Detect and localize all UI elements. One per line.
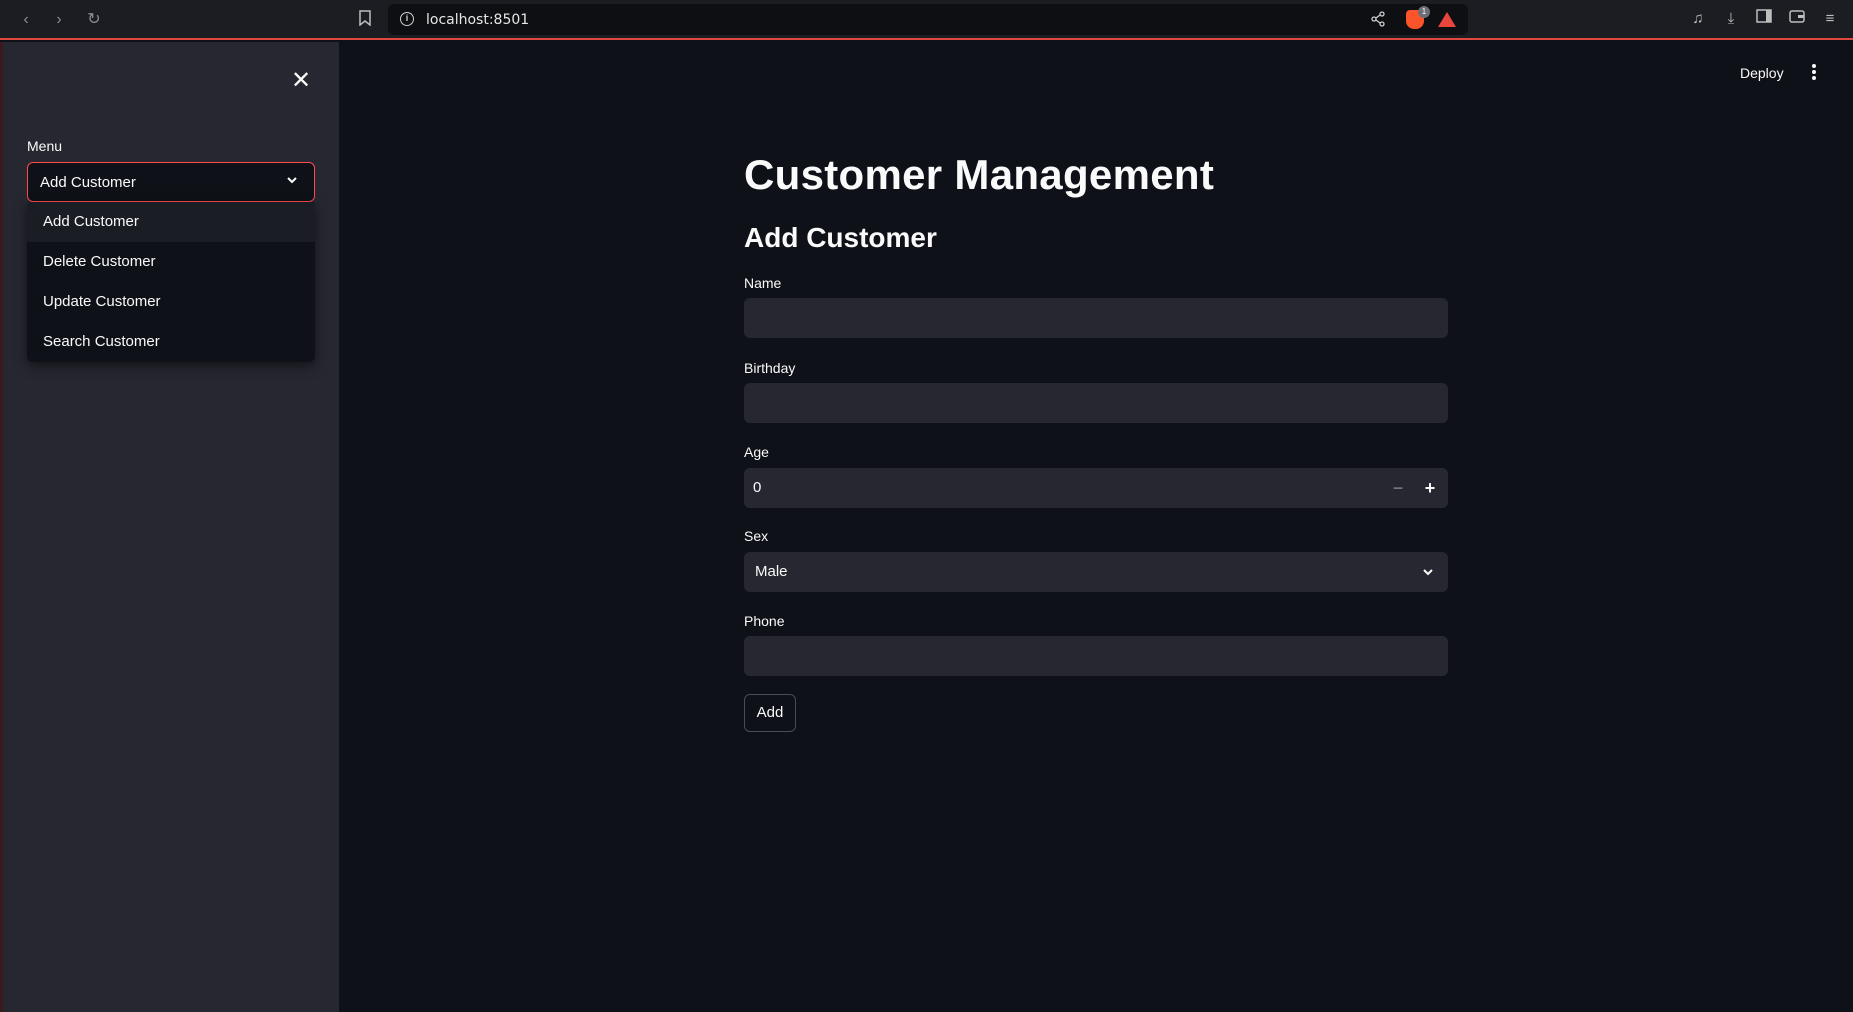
menu-select-value: Add Customer [40, 174, 136, 191]
browser-toolbar: ‹ › ↻ i localhost:8501 1 ♫ ⤓ ≡ [0, 0, 1853, 40]
sex-label: Sex [744, 528, 769, 545]
birthday-label: Birthday [744, 360, 796, 377]
shields-count-badge: 1 [1418, 6, 1430, 18]
hamburger-menu-icon[interactable]: ≡ [1820, 9, 1840, 29]
page-title: Customer Management [744, 151, 1215, 198]
sidebar-toggle-icon[interactable] [1754, 9, 1774, 29]
menu-option-delete-customer[interactable]: Delete Customer [27, 242, 315, 282]
sex-select[interactable]: Male [744, 552, 1448, 593]
name-label: Name [744, 275, 782, 292]
deploy-button[interactable]: Deploy [1740, 65, 1784, 81]
bookmark-icon[interactable] [355, 10, 375, 30]
menu-label: Menu [27, 138, 63, 154]
brave-rewards-icon[interactable] [1438, 12, 1456, 27]
wallet-icon[interactable] [1787, 9, 1807, 29]
site-info-icon[interactable]: i [400, 12, 414, 26]
menu-option-update-customer[interactable]: Update Customer [27, 282, 315, 322]
menu-dropdown-list: Add Customer Delete Customer Update Cust… [27, 202, 315, 362]
close-icon[interactable]: ✕ [286, 66, 316, 96]
sidebar: ✕ Menu Add Customer Add Customer Delete … [0, 42, 339, 1012]
age-label: Age [744, 444, 769, 461]
url-text[interactable]: localhost:8501 [426, 12, 529, 28]
phone-label: Phone [744, 613, 785, 630]
main-content: Customer Management Add Customer Name Bi… [744, 150, 1448, 733]
download-icon[interactable]: ⤓ [1721, 9, 1741, 29]
section-subheader: Add Customer [744, 222, 937, 254]
media-icon[interactable]: ♫ [1688, 9, 1708, 29]
chevron-down-icon [284, 172, 300, 188]
more-options-icon[interactable] [1806, 62, 1822, 82]
add-button[interactable]: Add [744, 694, 796, 733]
address-bar[interactable]: i localhost:8501 1 [388, 4, 1468, 35]
menu-option-add-customer[interactable]: Add Customer [27, 202, 315, 242]
menu-option-search-customer[interactable]: Search Customer [27, 322, 315, 362]
forward-icon[interactable]: › [49, 10, 69, 30]
chevron-down-icon [1420, 564, 1436, 580]
phone-input[interactable] [744, 636, 1448, 677]
birthday-input[interactable] [744, 383, 1448, 424]
age-number-input[interactable]: 0 − + [744, 468, 1448, 509]
age-input-value: 0 [753, 479, 762, 497]
menu-select[interactable]: Add Customer [27, 162, 315, 202]
reload-icon[interactable]: ↻ [84, 10, 104, 30]
plus-icon[interactable]: + [1418, 476, 1442, 500]
share-icon[interactable] [1370, 11, 1386, 27]
minus-icon[interactable]: − [1386, 476, 1410, 500]
sex-select-value: Male [755, 563, 788, 581]
name-input[interactable] [744, 298, 1448, 339]
back-icon[interactable]: ‹ [16, 10, 36, 30]
